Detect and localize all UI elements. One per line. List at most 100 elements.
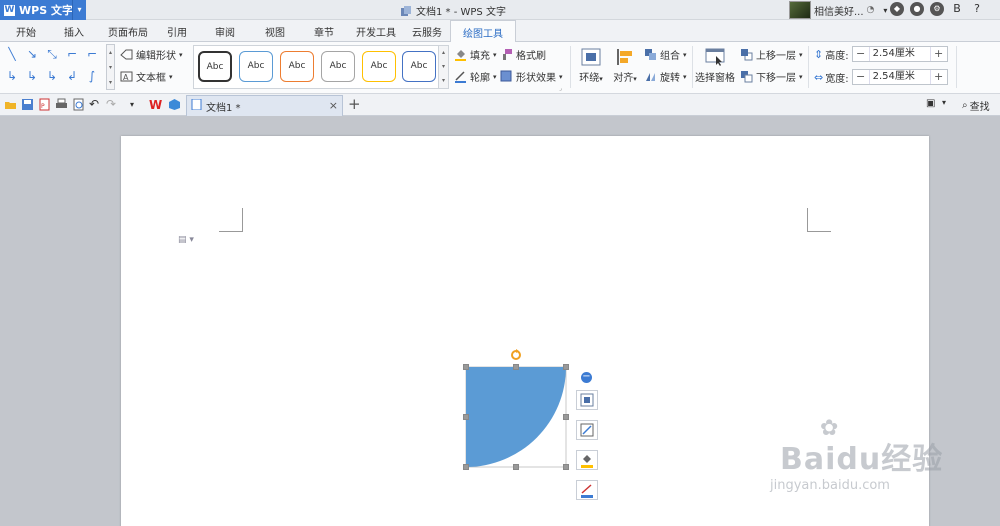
format-painter-icon — [500, 48, 513, 61]
tab-view[interactable]: 视图 — [265, 24, 285, 39]
resize-handle-se[interactable] — [563, 464, 569, 470]
save-icon[interactable] — [21, 98, 34, 111]
settings-icon[interactable]: ⚙ — [930, 2, 944, 16]
find-button[interactable]: ⌕ 查找 — [962, 98, 990, 113]
tab-developer[interactable]: 开发工具 — [356, 24, 396, 39]
line-icon[interactable]: ╲ — [4, 47, 20, 61]
tab-sections[interactable]: 章节 — [314, 24, 334, 39]
align-icon — [615, 48, 635, 66]
rotate-button[interactable]: 旋转 ▾ — [644, 69, 687, 84]
collapse-icon[interactable]: − — [581, 372, 592, 383]
chevron-down-icon[interactable]: ▾ — [883, 6, 887, 15]
align-button[interactable]: 对齐▾ — [610, 48, 640, 84]
elbow-arrow-connector-icon[interactable]: ⌐ — [84, 47, 100, 61]
print-icon[interactable] — [55, 98, 68, 111]
resize-handle-ne[interactable] — [563, 364, 569, 370]
curved-double-arrow-icon[interactable]: ↲ — [64, 69, 80, 83]
height-increase-button[interactable]: + — [931, 47, 947, 61]
export-pdf-icon[interactable]: P — [38, 98, 51, 111]
width-decrease-button[interactable]: − — [853, 70, 869, 84]
resize-handle-e[interactable] — [563, 414, 569, 420]
shape-effect-button[interactable]: 形状效果 ▾ — [500, 69, 563, 84]
avatar[interactable] — [789, 1, 811, 19]
wrap-button[interactable]: 环绕▾ — [576, 48, 606, 84]
tab-insert[interactable]: 插入 — [64, 24, 84, 39]
width-input[interactable]: 2.54厘米 — [868, 70, 931, 84]
tab-references[interactable]: 引用 — [167, 24, 187, 39]
bring-forward-button[interactable]: 上移一层 ▾ — [740, 47, 803, 62]
redo-icon[interactable]: ↷ — [106, 98, 119, 111]
curved-connector-icon[interactable]: ↳ — [24, 69, 40, 83]
line-gallery-scroll[interactable]: ▴ ▾ ▾ — [106, 44, 115, 90]
selection-pane-button[interactable]: 选择窗格 — [695, 48, 735, 84]
template-icon[interactable]: B — [950, 2, 964, 16]
send-backward-button[interactable]: 下移一层 ▾ — [740, 69, 803, 84]
tab-page-layout[interactable]: 页面布局 — [108, 24, 148, 39]
wrap-text-icon — [581, 48, 601, 66]
app-menu-button[interactable]: W WPS 文字 ▾ — [0, 0, 86, 20]
hexagon-icon[interactable]: ● — [910, 2, 924, 16]
shape-style-1[interactable]: Abc — [198, 51, 232, 82]
arrow-line-icon[interactable]: ↘ — [24, 47, 40, 61]
quarter-circle-shape[interactable] — [463, 349, 569, 470]
print-preview-icon[interactable] — [72, 98, 85, 111]
outline-quick-button[interactable] — [576, 480, 598, 500]
comment-icon[interactable]: ▣ — [926, 98, 939, 111]
shape-style-3[interactable]: Abc — [280, 51, 314, 82]
resize-handle-w[interactable] — [463, 414, 469, 420]
elbow-double-arrow-icon[interactable]: ↳ — [4, 69, 20, 83]
shape-styles-gallery: Abc Abc Abc Abc Abc Abc ▴ ▾ ▾ — [193, 45, 449, 89]
outline-button[interactable]: 轮廓 ▾ — [454, 69, 497, 84]
cube-icon[interactable] — [168, 98, 181, 111]
tab-review[interactable]: 审阅 — [215, 24, 235, 39]
skin-icon[interactable]: ◆ — [890, 2, 904, 16]
resize-handle-sw[interactable] — [463, 464, 469, 470]
double-arrow-line-icon[interactable]: ⤡ — [44, 47, 60, 61]
more-dropdown-icon[interactable]: ▾ — [942, 98, 955, 111]
dialog-launcher-icon[interactable]: ⌟ — [559, 85, 562, 92]
resize-handle-n[interactable] — [513, 364, 519, 370]
edit-shape-quick-button[interactable] — [576, 420, 598, 440]
tab-cloud[interactable]: 云服务 — [412, 24, 442, 39]
app-menu-arrow-icon[interactable]: ▾ — [72, 0, 86, 20]
document-tab[interactable]: 文档1 * × — [186, 95, 343, 116]
elbow-connector-icon[interactable]: ⌐ — [64, 47, 80, 61]
undo-icon[interactable]: ↶ — [89, 98, 102, 111]
tab-drawing-tools[interactable]: 绘图工具 — [450, 20, 516, 43]
rotate-handle-icon[interactable] — [510, 349, 522, 361]
svg-text:A: A — [123, 73, 129, 82]
paste-options-icon[interactable]: ▤ ▾ — [178, 235, 194, 245]
curved-arrow-connector-icon[interactable]: ↳ — [44, 69, 60, 83]
height-decrease-button[interactable]: − — [853, 47, 869, 61]
new-tab-button[interactable]: + — [348, 95, 361, 113]
edit-shape-button[interactable]: 编辑形状 ▾ — [120, 47, 183, 62]
text-box-button[interactable]: A 文本框 ▾ — [120, 69, 173, 84]
customize-dropdown-icon[interactable]: ▾ — [130, 98, 143, 111]
style-gallery-scroll[interactable]: ▴ ▾ ▾ — [438, 46, 448, 88]
layout-options-button[interactable] — [576, 390, 598, 410]
line-shapes-gallery: ╲ ↘ ⤡ ⌐ ⌐ ↳ ↳ ↳ ↲ ∫ — [4, 45, 104, 89]
title-icons: ◆ ● ⚙ B ? ⊡ — [890, 2, 1000, 16]
shape-style-6[interactable]: Abc — [402, 51, 436, 82]
close-tab-icon[interactable]: × — [329, 99, 338, 112]
resize-handle-nw[interactable] — [463, 364, 469, 370]
shape-style-2[interactable]: Abc — [239, 51, 273, 82]
height-input[interactable]: 2.54厘米 — [868, 47, 931, 61]
resize-handle-s[interactable] — [513, 464, 519, 470]
curve-icon[interactable]: ∫ — [84, 69, 100, 83]
wps-logo-icon: W — [4, 4, 15, 16]
user-name[interactable]: 相信美好... — [814, 3, 864, 18]
shape-style-5[interactable]: Abc — [362, 51, 396, 82]
shape-graphic[interactable] — [465, 366, 567, 468]
fill-quick-button[interactable] — [576, 450, 598, 470]
user-account[interactable]: 相信美好... ◔ ▾ — [789, 0, 887, 20]
fill-button[interactable]: 填充 ▾ — [454, 47, 497, 62]
tab-home[interactable]: 开始 — [16, 24, 36, 39]
format-painter-button[interactable]: 格式刷 — [500, 47, 546, 62]
group-button[interactable]: 组合 ▾ — [644, 47, 687, 62]
wps-w-logo-icon[interactable]: W — [149, 98, 162, 112]
open-folder-icon[interactable] — [4, 98, 17, 111]
shape-style-4[interactable]: Abc — [321, 51, 355, 82]
width-increase-button[interactable]: + — [931, 70, 947, 84]
help-icon[interactable]: ? — [970, 2, 984, 16]
